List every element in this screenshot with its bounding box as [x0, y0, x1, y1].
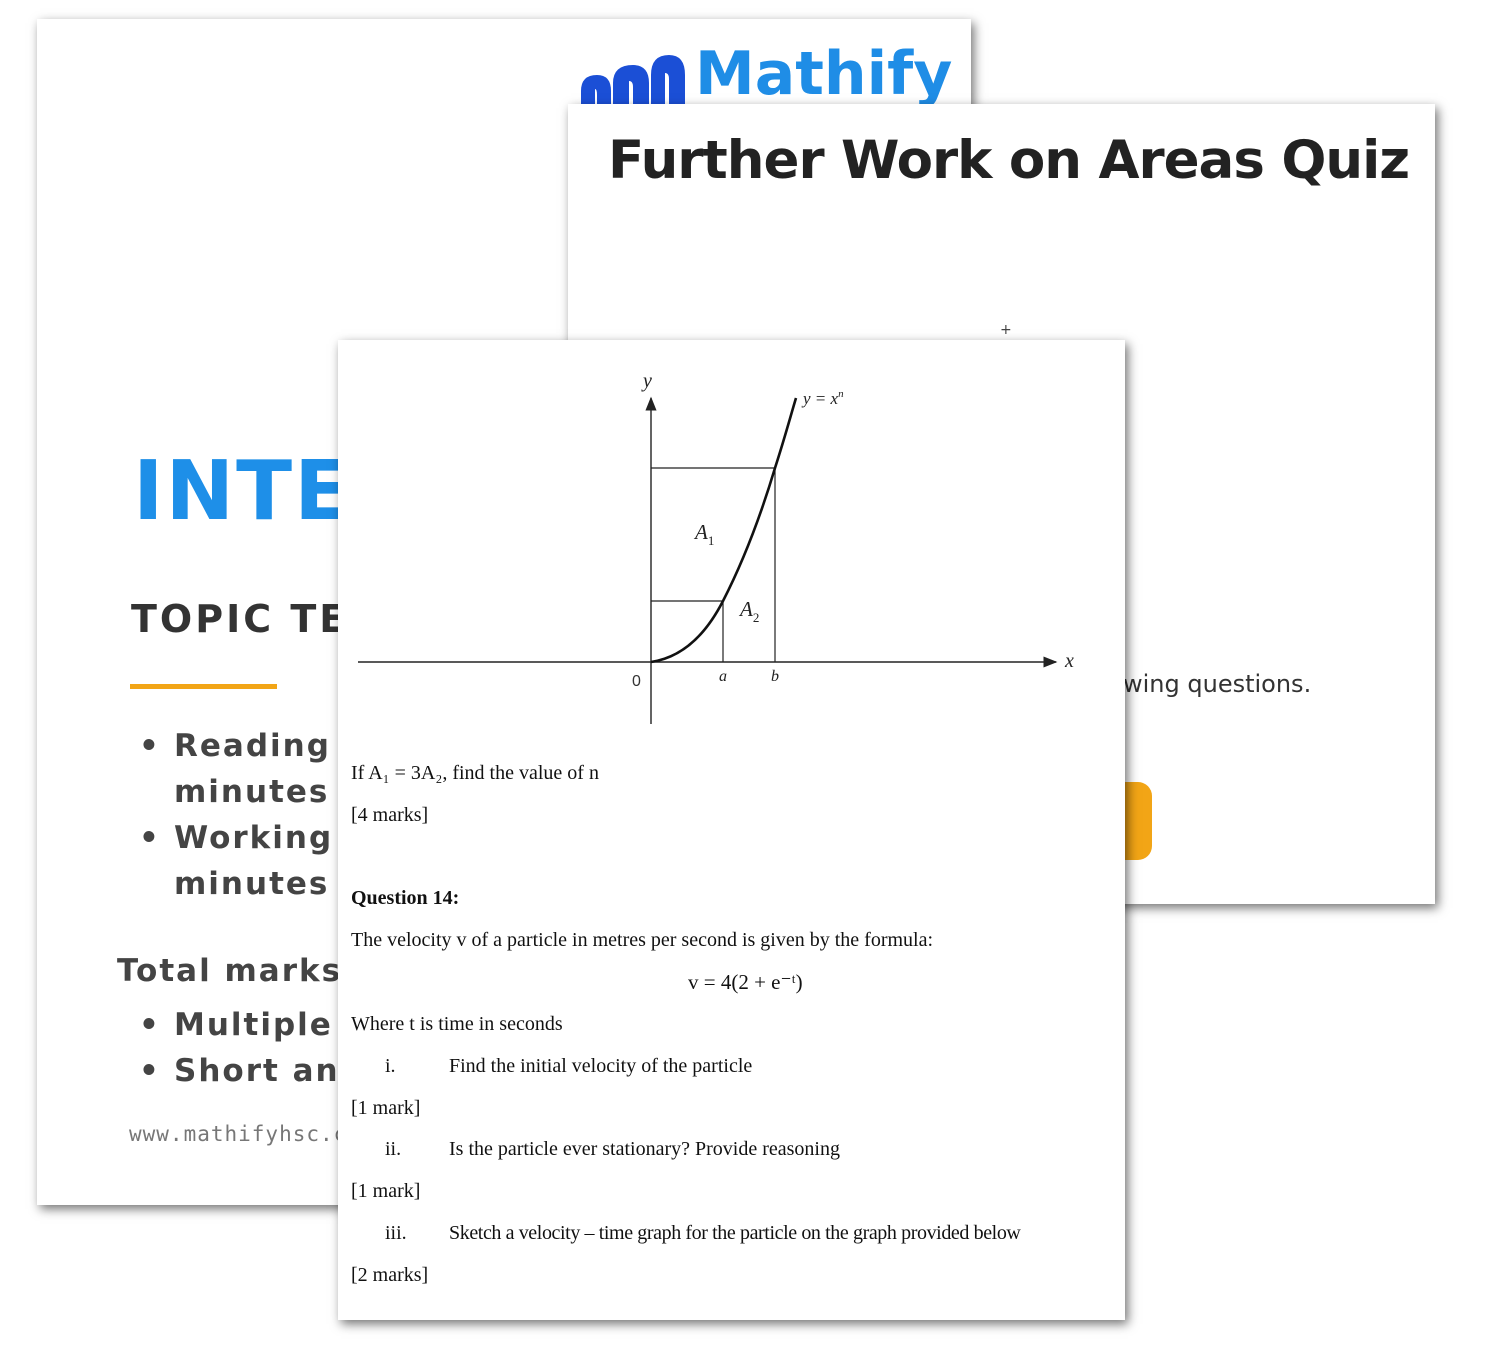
- test-subtitle: TOPIC TE: [131, 597, 349, 641]
- item-marks: [1 mark]: [351, 1180, 421, 1202]
- item-marks: [1 mark]: [351, 1097, 421, 1119]
- velocity-formula: v = 4(2 + e⁻ᵗ): [688, 970, 803, 994]
- x-axis-label: x: [1064, 650, 1074, 672]
- list-item-continuation: minutes: [174, 774, 330, 810]
- y-axis-label: y: [641, 370, 652, 392]
- total-marks-label: Total marks: [117, 953, 343, 989]
- test-title: INTE: [133, 444, 353, 539]
- accent-divider: [130, 684, 277, 689]
- region-a1-label: A1: [693, 520, 714, 548]
- q13-text: If A₁ = 3A₂, find the value of n: [351, 762, 599, 784]
- b-label: b: [771, 668, 779, 685]
- list-item: Working: [137, 815, 361, 861]
- curve-label: y = xn: [801, 388, 844, 408]
- instructions-text: wing questions.: [1123, 670, 1312, 698]
- rect-a2: [651, 600, 724, 662]
- list-item: Multiple: [137, 1002, 360, 1048]
- item-text: Sketch a velocity – time graph for the p…: [449, 1222, 1021, 1244]
- item-text: Find the initial velocity of the particl…: [449, 1055, 753, 1077]
- q14-heading: Question 14:: [351, 887, 460, 909]
- q14-where: Where t is time in seconds: [351, 1013, 563, 1035]
- item-number: i.: [385, 1055, 396, 1077]
- logo-text: Mathify: [695, 39, 953, 109]
- origin-label: 0: [632, 673, 641, 690]
- item-text: Is the particle ever stationary? Provide…: [449, 1138, 840, 1160]
- quiz-title: Further Work on Areas Quiz: [608, 130, 1410, 191]
- item-marks: [2 marks]: [351, 1264, 429, 1286]
- region-a2-label: A2: [738, 597, 759, 625]
- list-item: Reading t: [137, 723, 361, 769]
- item-number: ii.: [385, 1138, 402, 1160]
- timing-list: Reading t minutes Working minutes: [137, 723, 361, 907]
- dot-mark: +: [1000, 322, 1012, 338]
- list-item-continuation: minutes: [174, 866, 330, 902]
- list-item: Short ans: [137, 1048, 360, 1094]
- marks-list: Multiple Short ans: [137, 1002, 360, 1094]
- q13-marks: [4 marks]: [351, 804, 429, 826]
- area-graph: y x 0 a b A1 A2 y = xn: [358, 370, 1074, 724]
- question-sheet: y x 0 a b A1 A2 y = xn If A₁ = 3A₂, find…: [338, 340, 1125, 1320]
- q14-text: The velocity v of a particle in metres p…: [351, 929, 934, 951]
- item-number: iii.: [385, 1222, 407, 1244]
- a-label: a: [719, 668, 727, 685]
- rect-a1: [651, 467, 776, 662]
